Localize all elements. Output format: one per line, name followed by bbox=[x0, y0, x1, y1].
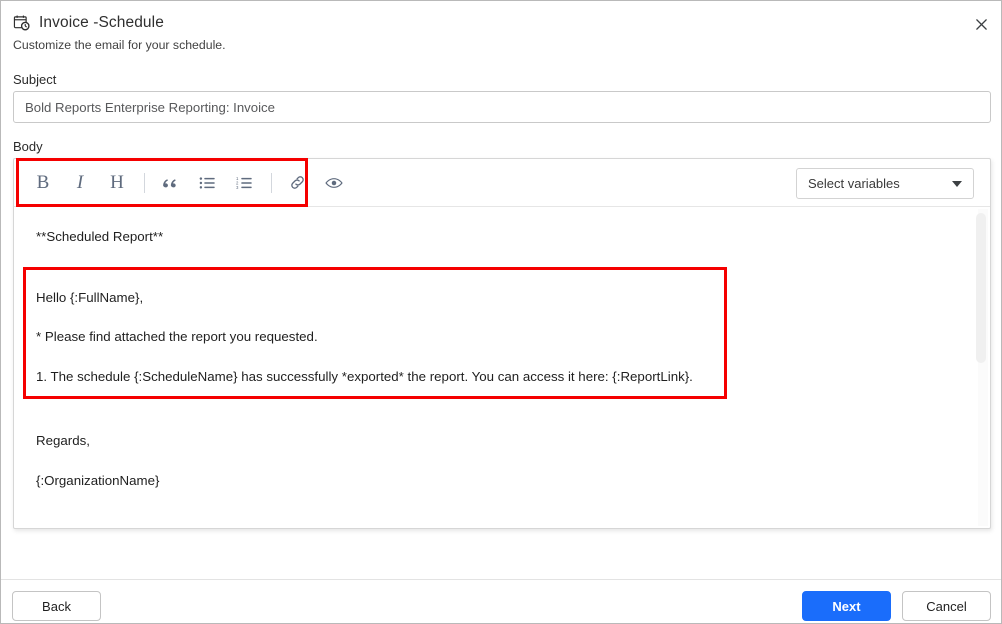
editor-line: {:OrganizationName} bbox=[36, 461, 970, 501]
editor-line: Hello {:FullName}, bbox=[36, 279, 970, 317]
unordered-list-icon[interactable] bbox=[192, 168, 222, 198]
subject-input[interactable] bbox=[13, 91, 991, 123]
select-variables-dropdown[interactable]: Select variables bbox=[796, 168, 974, 199]
heading-icon[interactable]: H bbox=[102, 168, 132, 198]
link-icon[interactable] bbox=[282, 168, 312, 198]
dialog-header: Invoice -Schedule Customize the email fo… bbox=[1, 1, 1001, 63]
editor-blank-line bbox=[36, 253, 970, 271]
subject-label: Subject bbox=[13, 72, 57, 87]
svg-text:3: 3 bbox=[236, 185, 239, 190]
editor-toolbar: B I H 1 2 3 Select variables bbox=[14, 159, 990, 207]
editor-text-numbered: 1. The schedule {:ScheduleName} has succ… bbox=[36, 369, 693, 385]
blockquote-icon[interactable] bbox=[155, 168, 185, 198]
body-label: Body bbox=[13, 139, 43, 154]
editor-line: Regards, bbox=[36, 421, 970, 461]
toolbar-divider-1 bbox=[144, 172, 145, 193]
editor-text-bullet: * Please find attached the report you re… bbox=[36, 329, 318, 345]
editor-line: **Scheduled Report** bbox=[36, 221, 970, 253]
editor-scrollbar-track[interactable] bbox=[976, 209, 988, 526]
editor-blank-line bbox=[36, 397, 970, 421]
close-icon[interactable] bbox=[968, 11, 994, 37]
editor-content-area[interactable]: **Scheduled Report** Hello {:FullName}, … bbox=[14, 207, 990, 528]
body-editor: B I H 1 2 3 Select variables **Scheduled… bbox=[13, 158, 991, 529]
cancel-button[interactable]: Cancel bbox=[902, 591, 991, 621]
editor-scrollbar-thumb[interactable] bbox=[976, 213, 986, 363]
page-title: Invoice -Schedule bbox=[39, 14, 164, 31]
next-button[interactable]: Next bbox=[802, 591, 891, 621]
select-variables-label: Select variables bbox=[808, 176, 900, 191]
editor-line: * Please find attached the report you re… bbox=[36, 317, 970, 357]
editor-text-regards: Regards, bbox=[36, 433, 90, 449]
dialog-subtitle: Customize the email for your schedule. bbox=[13, 38, 226, 52]
italic-icon[interactable]: I bbox=[65, 168, 95, 198]
editor-body-paragraphs: Hello {:FullName}, * Please find attache… bbox=[36, 271, 970, 397]
dialog-title-row: Invoice -Schedule bbox=[13, 14, 164, 32]
bold-icon[interactable]: B bbox=[28, 168, 58, 198]
editor-line: 1. The schedule {:ScheduleName} has succ… bbox=[36, 357, 970, 397]
toolbar-divider-2 bbox=[271, 172, 272, 193]
back-button[interactable]: Back bbox=[12, 591, 101, 621]
editor-text-heading: **Scheduled Report** bbox=[36, 229, 164, 245]
editor-text-greeting: Hello {:FullName}, bbox=[36, 290, 144, 306]
preview-eye-icon[interactable] bbox=[319, 168, 349, 198]
ordered-list-icon[interactable]: 1 2 3 bbox=[229, 168, 259, 198]
editor-text-organization: {:OrganizationName} bbox=[36, 473, 160, 489]
chevron-down-icon bbox=[952, 180, 962, 187]
email-customization-dialog: Invoice -Schedule Customize the email fo… bbox=[0, 0, 1002, 624]
calendar-clock-icon bbox=[13, 14, 31, 32]
